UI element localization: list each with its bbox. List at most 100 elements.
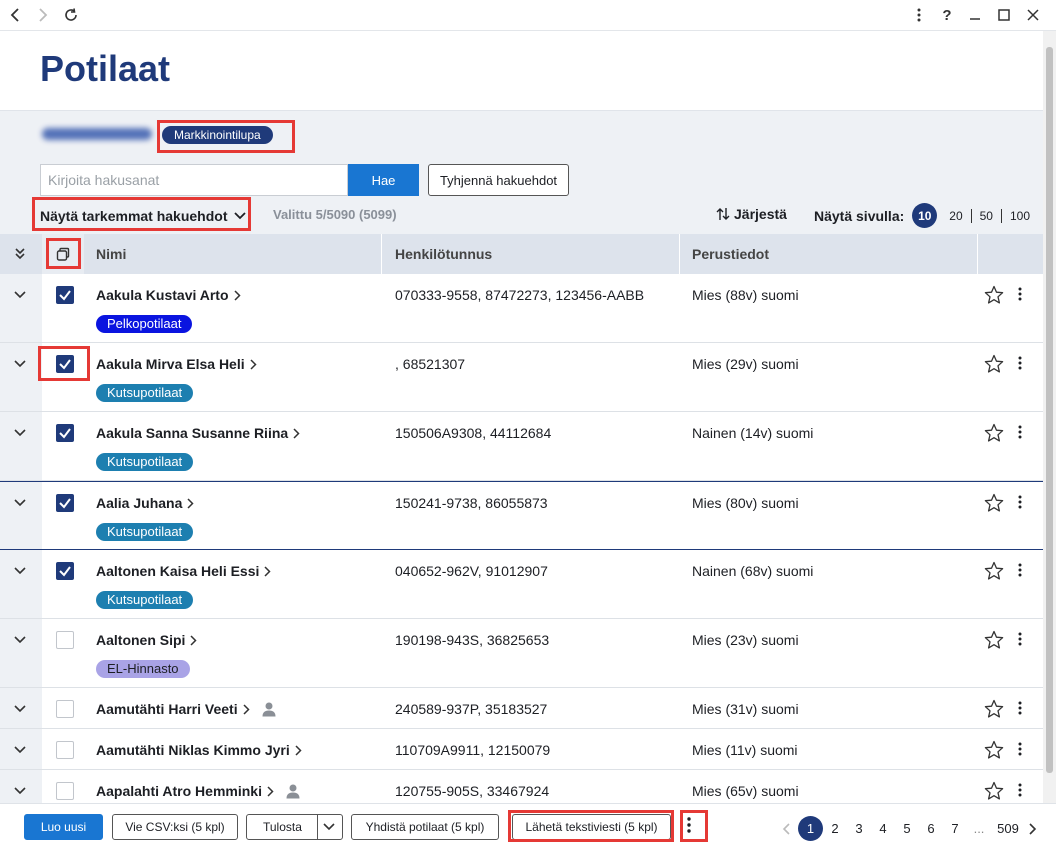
patient-group-tag[interactable]: EL-Hinnasto xyxy=(96,660,190,678)
patient-name-link[interactable]: Aakula Sanna Susanne Riina xyxy=(96,425,300,441)
row-menu-icon[interactable] xyxy=(1018,701,1022,715)
export-csv-button[interactable]: Vie CSV:ksi (5 kpl) xyxy=(112,814,238,840)
table-row[interactable]: Aamutähti Niklas Kimmo Jyri 110709A9911, … xyxy=(0,729,1043,770)
patient-name-link[interactable]: Aamutähti Harri Veeti xyxy=(96,701,277,717)
per-page-option-10[interactable]: 10 xyxy=(912,203,938,228)
table-row[interactable]: Aakula Sanna Susanne Riina Kutsupotilaat 1… xyxy=(0,412,1043,481)
row-checkbox[interactable] xyxy=(56,424,74,442)
row-menu-icon[interactable] xyxy=(1018,563,1022,577)
patient-group-tag[interactable]: Kutsupotilaat xyxy=(96,591,194,609)
patient-group-tag[interactable]: Kutsupotilaat xyxy=(96,523,194,541)
patient-name-link[interactable]: Aaltonen Sipi xyxy=(96,632,198,648)
chevron-down-icon[interactable] xyxy=(12,355,28,371)
star-icon[interactable] xyxy=(984,740,1004,760)
star-icon[interactable] xyxy=(984,354,1004,374)
patient-name-link[interactable]: Aamutähti Niklas Kimmo Jyri xyxy=(96,742,302,758)
chevron-right-icon xyxy=(295,744,302,756)
prev-page-icon[interactable] xyxy=(782,822,790,835)
page-last[interactable]: 509 xyxy=(991,821,1025,836)
star-icon[interactable] xyxy=(984,561,1004,581)
per-page-option-100[interactable]: 100 xyxy=(1000,208,1038,223)
help-icon[interactable]: ? xyxy=(936,4,958,26)
row-menu-icon[interactable] xyxy=(1018,783,1022,797)
row-checkbox[interactable] xyxy=(56,494,74,512)
star-icon[interactable] xyxy=(984,493,1004,513)
patient-name-link[interactable]: Aaltonen Kaisa Heli Essi xyxy=(96,563,271,579)
patient-name-link[interactable]: Aakula Kustavi Arto xyxy=(96,287,241,303)
scrollbar-thumb[interactable] xyxy=(1046,47,1053,773)
row-checkbox[interactable] xyxy=(56,631,74,649)
reload-icon[interactable] xyxy=(60,4,82,26)
print-button[interactable]: Tulosta xyxy=(246,814,343,840)
table-row[interactable]: Aamutähti Harri Veeti 240589-937P, 351835… xyxy=(0,688,1043,729)
maximize-icon[interactable] xyxy=(993,4,1015,26)
star-icon[interactable] xyxy=(984,285,1004,305)
table-row[interactable]: Aakula Kustavi Arto Pelkopotilaat 070333-9… xyxy=(0,274,1043,343)
search-button[interactable]: Hae xyxy=(348,164,419,196)
forward-icon[interactable] xyxy=(32,4,54,26)
column-header-info[interactable]: Perustiedot xyxy=(692,234,769,274)
star-icon[interactable] xyxy=(984,781,1004,801)
clear-filters-button[interactable]: Tyhjennä hakuehdot xyxy=(428,164,569,196)
chevron-down-icon[interactable] xyxy=(12,700,28,716)
menu-dots-icon[interactable] xyxy=(908,4,930,26)
per-page-option-50[interactable]: 50 xyxy=(970,208,1001,223)
patient-name-link[interactable]: Aapalahti Atro Hemminki xyxy=(96,783,301,799)
page-7[interactable]: 7 xyxy=(943,821,967,836)
per-page-option-20[interactable]: 20 xyxy=(941,209,970,223)
row-menu-icon[interactable] xyxy=(1018,356,1022,370)
chevron-down-icon[interactable] xyxy=(12,782,28,798)
table-row[interactable]: Aaltonen Kaisa Heli Essi Kutsupotilaat 040… xyxy=(0,550,1043,619)
page-1[interactable]: 1 xyxy=(798,816,823,841)
row-menu-icon[interactable] xyxy=(1018,287,1022,301)
search-input[interactable] xyxy=(40,164,348,196)
table-row[interactable]: Aakula Mirva Elsa Heli Kutsupotilaat , 685… xyxy=(0,343,1043,412)
chevron-down-icon[interactable] xyxy=(323,823,335,831)
chevron-down-icon[interactable] xyxy=(12,562,28,578)
back-icon[interactable] xyxy=(4,4,26,26)
patient-ssn: 190198-943S, 36825653 xyxy=(395,632,550,648)
close-icon[interactable] xyxy=(1022,4,1044,26)
row-checkbox[interactable] xyxy=(56,782,74,800)
sort-button[interactable]: Järjestä xyxy=(716,206,787,222)
column-header-name[interactable]: Nimi xyxy=(96,234,126,274)
patient-group-tag[interactable]: Kutsupotilaat xyxy=(96,453,194,471)
page-4[interactable]: 4 xyxy=(871,821,895,836)
row-menu-icon[interactable] xyxy=(1018,495,1022,509)
table-row[interactable]: Aalia Juhana Kutsupotilaat 150241-9738, 86… xyxy=(0,481,1043,550)
minimize-icon[interactable] xyxy=(964,4,986,26)
row-checkbox[interactable] xyxy=(56,286,74,304)
chevron-down-icon[interactable] xyxy=(12,494,28,510)
chevron-down-icon[interactable] xyxy=(12,631,28,647)
patient-name-link[interactable]: Aakula Mirva Elsa Heli xyxy=(96,356,257,372)
row-menu-icon[interactable] xyxy=(1018,425,1022,439)
table-row[interactable]: Aaltonen Sipi EL-Hinnasto 190198-943S, 368… xyxy=(0,619,1043,688)
page-2[interactable]: 2 xyxy=(823,821,847,836)
star-icon[interactable] xyxy=(984,630,1004,650)
next-page-icon[interactable] xyxy=(1029,822,1037,835)
scrollbar[interactable] xyxy=(1043,31,1056,803)
page-3[interactable]: 3 xyxy=(847,821,871,836)
chevron-down-icon[interactable] xyxy=(12,286,28,302)
table-row[interactable]: Aapalahti Atro Hemminki 120755-905S, 3346… xyxy=(0,770,1043,803)
expand-all-icon[interactable] xyxy=(14,248,26,260)
row-checkbox[interactable] xyxy=(56,700,74,718)
highlight-box xyxy=(32,197,251,231)
patient-name-link[interactable]: Aalia Juhana xyxy=(96,495,194,511)
patient-group-tag[interactable]: Pelkopotilaat xyxy=(96,315,193,333)
row-menu-icon[interactable] xyxy=(1018,632,1022,646)
page-5[interactable]: 5 xyxy=(895,821,919,836)
chevron-down-icon[interactable] xyxy=(12,424,28,440)
star-icon[interactable] xyxy=(984,423,1004,443)
chevron-down-icon[interactable] xyxy=(12,741,28,757)
patient-group-tag[interactable]: Kutsupotilaat xyxy=(96,384,194,402)
row-checkbox[interactable] xyxy=(56,562,74,580)
chevron-right-icon xyxy=(293,427,300,439)
row-checkbox[interactable] xyxy=(56,741,74,759)
merge-patients-button[interactable]: Yhdistä potilaat (5 kpl) xyxy=(351,814,499,840)
star-icon[interactable] xyxy=(984,699,1004,719)
column-header-ssn[interactable]: Henkilötunnus xyxy=(395,234,492,274)
create-new-button[interactable]: Luo uusi xyxy=(24,814,103,840)
page-6[interactable]: 6 xyxy=(919,821,943,836)
row-menu-icon[interactable] xyxy=(1018,742,1022,756)
